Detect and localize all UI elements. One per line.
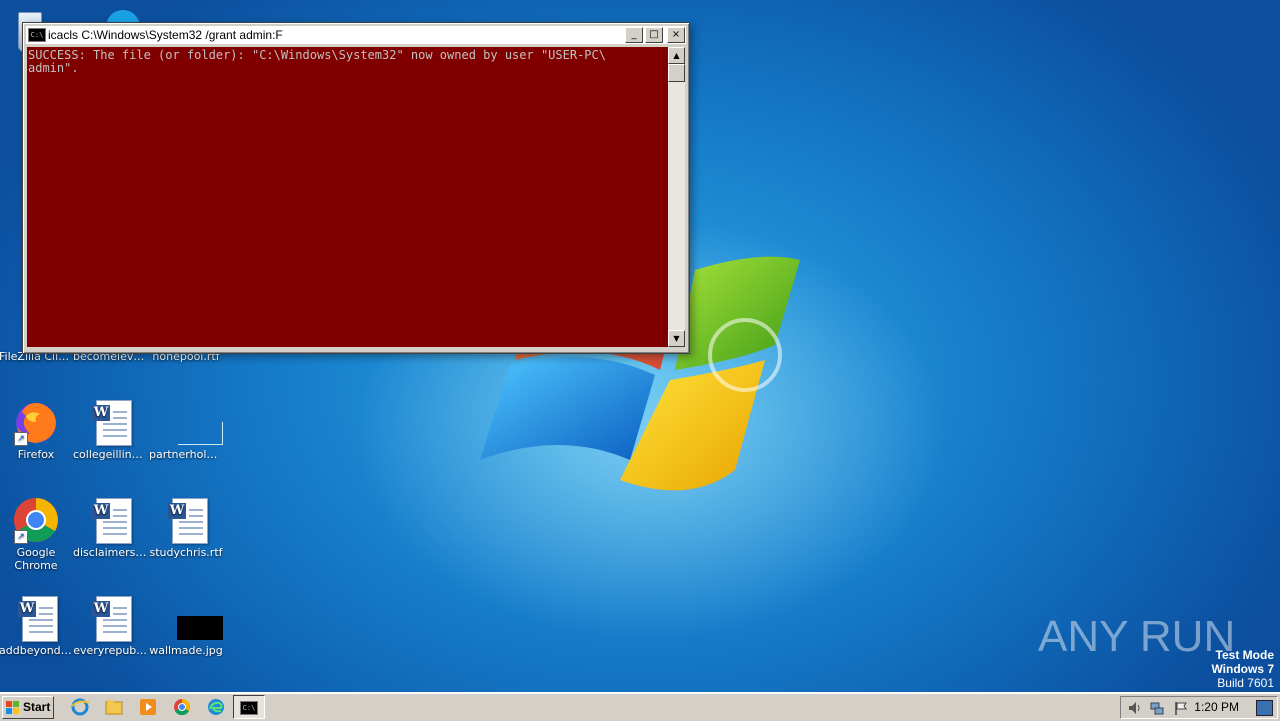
scroll-down-icon[interactable]: ▼ — [668, 330, 685, 347]
word-doc-icon: W — [12, 594, 60, 642]
windows-flag-icon — [6, 700, 19, 714]
desktop[interactable]: Re ↗ A Re ↗ C ↗ FileZilla Client W becom… — [0, 0, 1280, 692]
console-line: admin". — [28, 61, 79, 75]
chrome-icon: ↗ — [12, 496, 60, 544]
maximize-button[interactable]: □ — [645, 27, 663, 43]
clock[interactable]: 1:20 PM — [1194, 697, 1239, 718]
cmd-taskbar-button[interactable]: C:\ — [233, 695, 265, 719]
vertical-scrollbar[interactable]: ▲ ▼ — [668, 47, 685, 347]
word-doc-icon: W — [86, 594, 134, 642]
chrome-taskbar-icon[interactable] — [172, 697, 192, 717]
desktop-icon-label: collegeillinoi... — [73, 448, 148, 461]
desktop-icon-wallmade[interactable]: wallmade.jpg — [148, 594, 224, 657]
explorer-icon[interactable] — [104, 697, 124, 717]
edge-icon[interactable] — [206, 697, 226, 717]
word-doc-icon: W — [86, 398, 134, 446]
build-line: Build 7601 — [1217, 676, 1274, 690]
minimize-button[interactable]: _ — [625, 27, 643, 43]
network-icon[interactable] — [1149, 700, 1165, 716]
taskbar: Start C:\ 1:20 PM — [0, 692, 1280, 721]
desktop-icon-label: disclaimerse... — [73, 546, 148, 559]
shortcut-arrow-icon: ↗ — [14, 530, 28, 544]
start-button[interactable]: Start — [2, 696, 54, 719]
desktop-icon-label: studychris.rtf — [149, 546, 223, 559]
desktop-icon-addbeyond[interactable]: W addbeyond.rtf — [0, 594, 74, 657]
close-button[interactable]: × — [667, 27, 685, 43]
console-line: SUCCESS: The file (or folder): "C:\Windo… — [28, 48, 606, 62]
ie-icon[interactable] — [70, 697, 90, 717]
cmd-console-output[interactable]: SUCCESS: The file (or folder): "C:\Windo… — [27, 47, 668, 347]
desktop-icon-label: Firefox — [17, 448, 55, 461]
media-player-icon[interactable] — [138, 697, 158, 717]
desktop-icon-studychris[interactable]: W studychris.rtf — [148, 496, 224, 559]
image-icon — [162, 398, 223, 446]
desktop-icon-disclaimerse[interactable]: W disclaimerse... — [72, 496, 148, 559]
desktop-icon-collegeillinoi[interactable]: W collegeillinoi... — [72, 398, 148, 461]
word-doc-icon: W — [162, 496, 210, 544]
desktop-icon-google-chrome[interactable]: ↗ Google Chrome — [0, 496, 74, 572]
cmd-icon: C:\ — [28, 28, 46, 42]
desktop-icon-everyrepub[interactable]: W everyrepub... — [72, 594, 148, 657]
desktop-icon-label: addbeyond.rtf — [0, 644, 74, 657]
test-mode-line: Test Mode — [1215, 648, 1274, 662]
desktop-icon-label: wallmade.jpg — [149, 644, 223, 657]
shortcut-arrow-icon: ↗ — [14, 432, 28, 446]
start-label: Start — [23, 700, 51, 714]
cmd-window[interactable]: C:\ icacls C:\Windows\System32 /grant ad… — [22, 22, 690, 354]
desktop-icon-firefox[interactable]: ↗ Firefox — [0, 398, 74, 461]
system-tray: 1:20 PM — [1120, 696, 1278, 719]
scroll-up-icon[interactable]: ▲ — [668, 47, 685, 64]
volume-icon[interactable] — [1127, 700, 1143, 716]
anyrun-watermark: ANY RUN — [1038, 612, 1238, 672]
test-mode-info: Test Mode Windows 7 Build 7601 — [1211, 648, 1274, 690]
desktop-icon-label: everyrepub... — [73, 644, 147, 657]
cmd-taskbar-icon: C:\ — [240, 701, 258, 715]
cmd-title-bar[interactable]: C:\ icacls C:\Windows\System32 /grant ad… — [26, 26, 686, 44]
desktop-icon-partnerhold[interactable]: partnerhold... — [148, 398, 224, 461]
image-icon — [162, 594, 223, 642]
show-desktop-icon[interactable] — [1256, 700, 1273, 716]
scroll-thumb[interactable] — [668, 64, 685, 82]
watermark-text: ANY RUN — [1038, 612, 1236, 661]
word-doc-icon: W — [86, 496, 134, 544]
windows-version-line: Windows 7 — [1211, 662, 1274, 676]
desktop-icon-label: partnerhold... — [149, 448, 224, 461]
action-center-flag-icon[interactable] — [1173, 700, 1189, 716]
cmd-window-title: icacls C:\Windows\System32 /grant admin:… — [48, 28, 283, 42]
desktop-icon-label: Google Chrome — [14, 546, 58, 572]
firefox-icon: ↗ — [12, 398, 60, 446]
